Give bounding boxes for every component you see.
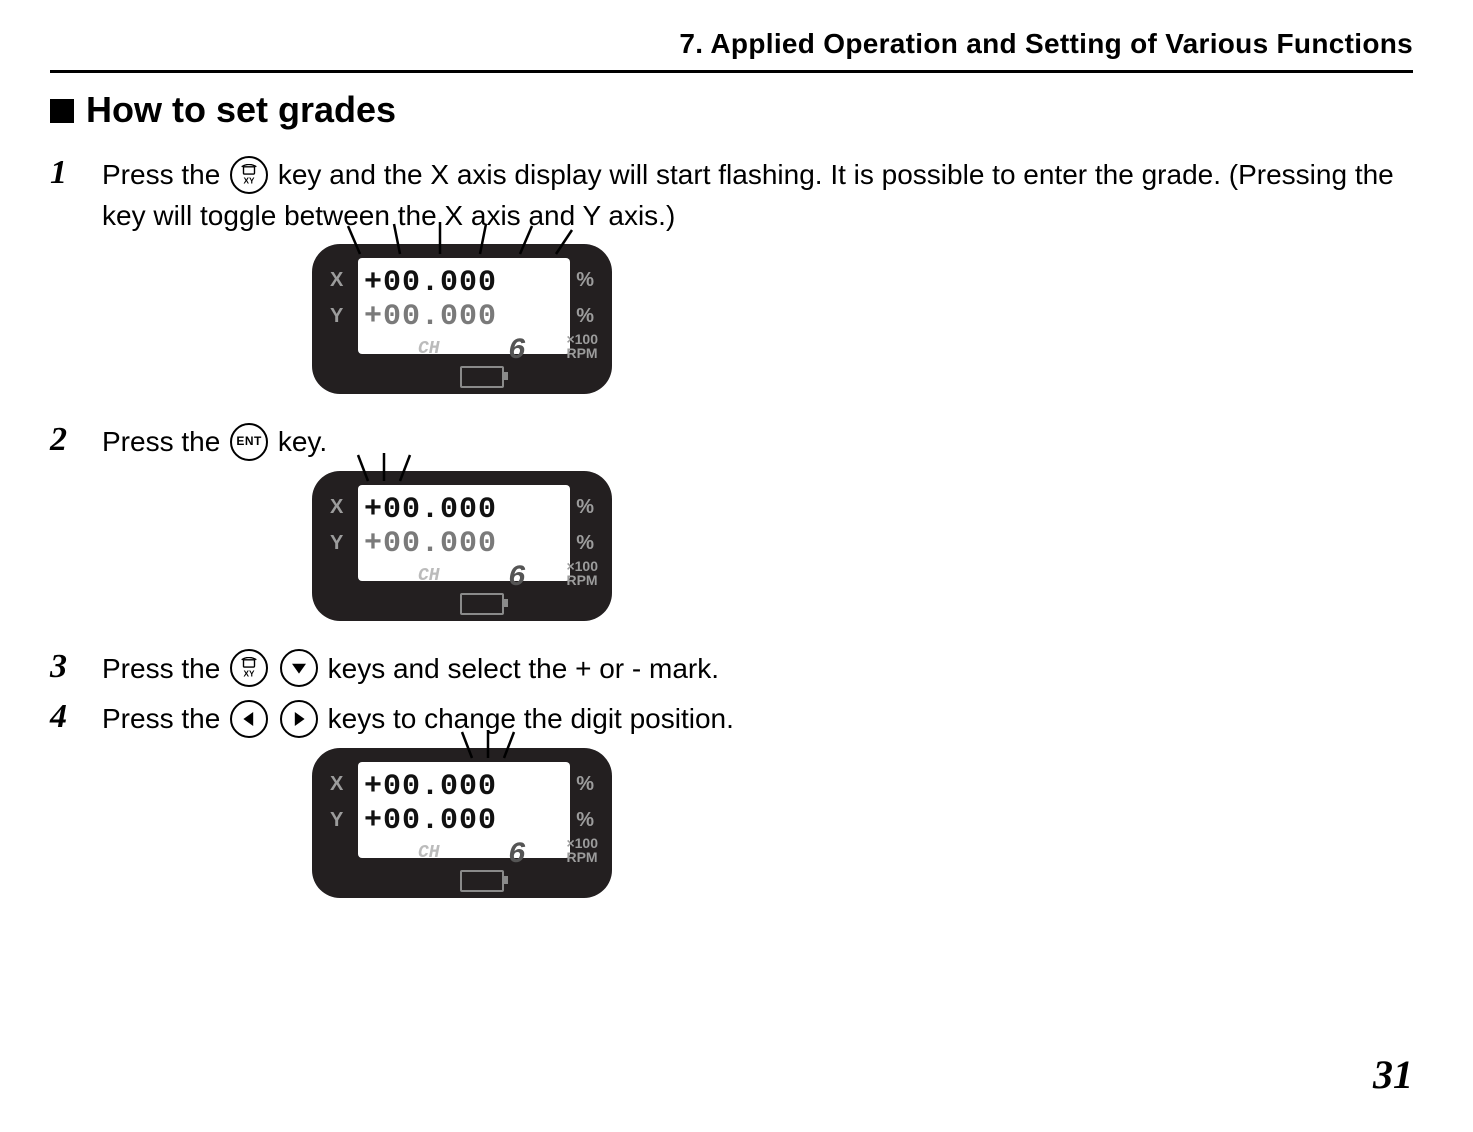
page: 7. Applied Operation and Setting of Vari… [0,0,1473,1132]
xy-key-icon: XY [230,156,268,194]
lcd-ch: CH [418,336,440,362]
step-text: keys and select the + or - mark. [328,653,719,684]
down-key-icon [280,649,318,687]
lcd-pct-y: % [576,302,594,331]
step-text: key. [278,426,327,457]
svg-text:XY: XY [244,670,256,679]
right-key-icon [280,700,318,738]
lcd-rpm-label: ×100RPM [566,332,598,360]
lcd-x-label: X [330,770,343,799]
step-text: key and the X axis display will start fl… [102,159,1394,231]
step-number: 2 [50,420,80,639]
lcd-pct-y: % [576,529,594,558]
step-text: Press the [102,703,228,734]
lcd-y-label: Y [330,302,343,331]
square-bullet-icon [50,99,74,123]
lcd-ch: CH [418,563,440,589]
lcd-rpm-value: 6 [508,834,526,878]
lcd-pct-x: % [576,493,594,522]
step-text: Press the [102,159,228,190]
section-title: How to set grades [50,89,1413,131]
lcd-display-2: X Y % % ×100RPM +00.000 +00.000 CH 6 [312,471,1413,621]
lcd-y-label: Y [330,806,343,835]
lcd-x-label: X [330,493,343,522]
step-text: Press the [102,653,228,684]
battery-icon [460,593,504,615]
chapter-header: 7. Applied Operation and Setting of Vari… [50,28,1413,60]
lcd-display-1: X Y % % ×100RPM +00.000 +00.000 CH 6 [312,244,1413,394]
lcd-rpm-value: 6 [508,557,526,601]
lcd-pct-y: % [576,806,594,835]
step-1: 1 Press the XY key and the X axis displa… [50,153,1413,412]
step-text: Press the [102,426,228,457]
step-body: Press the ENT key. X Y % % [102,420,1413,639]
step-3: 3 Press the XY keys and select the + or … [50,647,1413,690]
lcd-pct-x: % [576,770,594,799]
left-key-icon [230,700,268,738]
battery-icon [460,870,504,892]
lcd-ch: CH [418,840,440,866]
step-body: Press the XY keys and select the + or - … [102,647,1413,690]
flash-marks-icon [356,451,416,487]
step-body: Press the keys to change the digit posit… [102,697,1413,916]
lcd-rpm-value: 6 [508,330,526,374]
lcd-display-3: X Y % % ×100RPM +00.000 +00.000 CH 6 [312,748,1413,898]
step-number: 4 [50,697,80,916]
step-number: 3 [50,647,80,690]
step-body: Press the XY key and the X axis display … [102,153,1413,412]
lcd-rpm-label: ×100RPM [566,559,598,587]
lcd-y-label: Y [330,529,343,558]
step-2: 2 Press the ENT key. X Y % [50,420,1413,639]
lcd-rpm-label: ×100RPM [566,836,598,864]
step-number: 1 [50,153,80,412]
lcd-y-value: +00.000 [364,800,497,844]
steps-list: 1 Press the XY key and the X axis displa… [50,153,1413,916]
lcd-x-label: X [330,266,343,295]
battery-icon [460,366,504,388]
section-title-text: How to set grades [86,89,396,131]
xy-key-icon: XY [230,649,268,687]
ent-key-icon: ENT [230,423,268,461]
step-text: keys to change the digit position. [328,703,734,734]
lcd-y-value: +00.000 [364,523,497,567]
lcd-y-value: +00.000 [364,296,497,340]
page-number: 31 [1373,1051,1413,1098]
svg-text:XY: XY [244,176,256,185]
step-4: 4 Press the keys to change the digit pos… [50,697,1413,916]
lcd-pct-x: % [576,266,594,295]
header-rule [50,70,1413,73]
